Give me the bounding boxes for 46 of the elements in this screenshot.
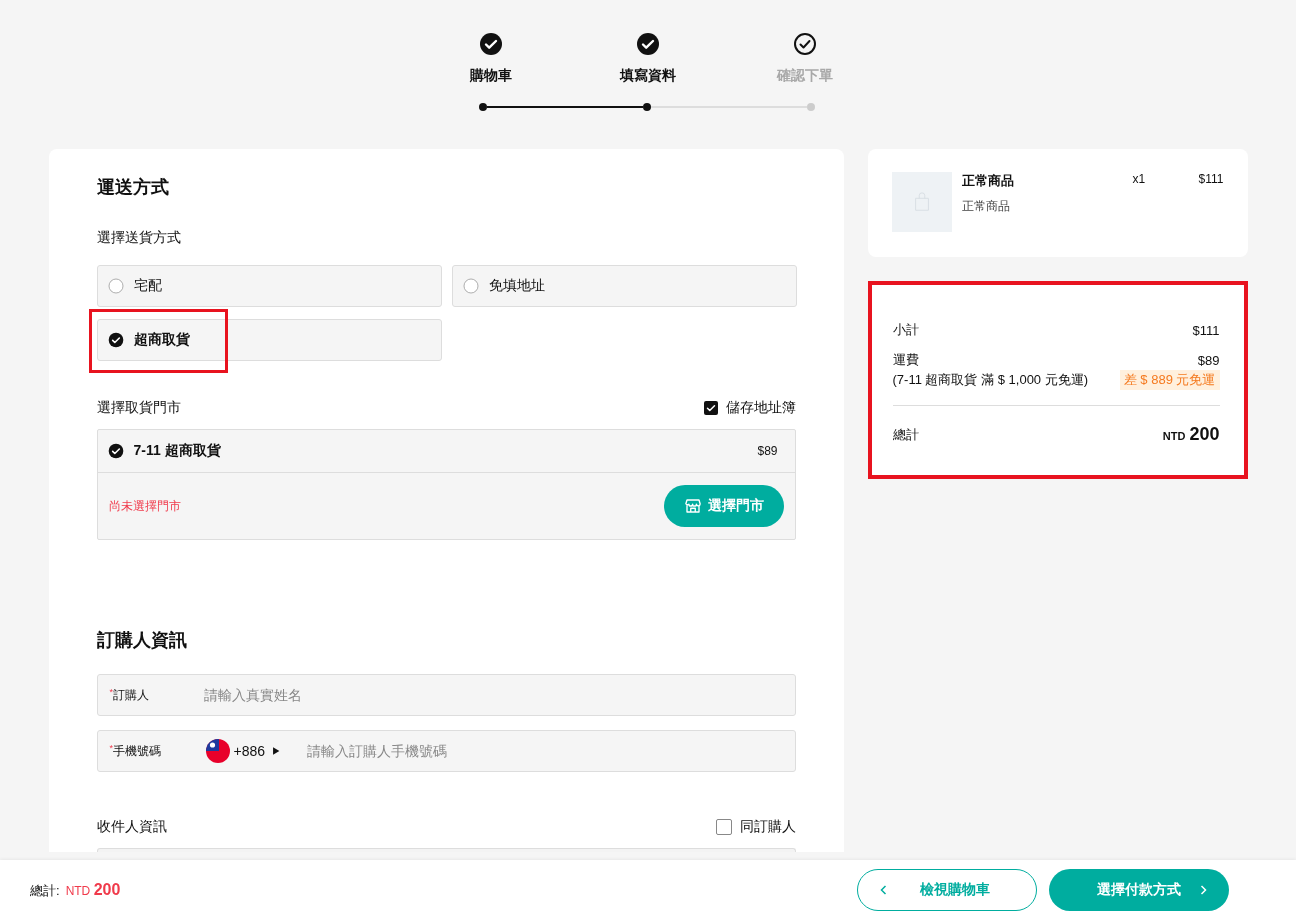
summary-label: 總計	[892, 425, 919, 444]
text-input[interactable]: 請輸入訂購人手機號碼	[305, 742, 783, 760]
store-status: 尚未選擇門市	[108, 497, 181, 515]
product-variant: 正常商品	[961, 198, 1011, 215]
section-title: 運送方式	[96, 176, 170, 199]
store-option-label: 7-11 超商取貨	[133, 442, 221, 460]
step-label: 購物車	[470, 67, 513, 85]
check-icon	[704, 402, 717, 414]
field-label: *訂購人	[109, 686, 150, 704]
delivery-option[interactable]: 免填地址	[451, 265, 797, 307]
name-field[interactable]: *訂購人 請輸入真實姓名	[96, 674, 796, 716]
delivery-option[interactable]: 超商取貨	[96, 319, 442, 361]
country-code[interactable]: +886	[233, 743, 266, 759]
total-label: 總計:	[30, 881, 60, 900]
product-price: $111	[1198, 172, 1224, 188]
product-name: 正常商品	[961, 172, 1015, 190]
flag-icon[interactable]	[205, 739, 230, 763]
check-icon	[792, 32, 817, 56]
total-value: NTD 200	[1162, 424, 1220, 445]
section-label: 收件人資訊	[96, 818, 167, 836]
section-title: 訂購人資訊	[96, 629, 188, 652]
step-label: 填寫資料	[620, 67, 676, 85]
field-label: *手機號碼	[109, 742, 162, 760]
text-input[interactable]: 請輸入真實姓名	[201, 686, 783, 704]
checkbox-label: 同訂購人	[739, 818, 796, 836]
subtotal-value: $111	[1192, 322, 1220, 338]
summary-label: 運費	[892, 351, 919, 369]
delivery-option[interactable]: 宅配	[96, 265, 442, 307]
checkbox[interactable]	[703, 401, 718, 415]
section-label: 選擇取貨門市	[96, 399, 181, 417]
total-value: NTD 200	[65, 880, 121, 899]
free-shipping-badge: 差 $ 889 元免運	[1119, 370, 1220, 390]
section-label: 選擇送貨方式	[96, 229, 182, 247]
shipping-note: (7-11 超商取貨 滿 $ 1,000 元免運)	[892, 371, 1089, 389]
phone-field[interactable]: *手機號碼 +886 請輸入訂購人手機號碼	[96, 730, 796, 772]
shipping-price: $89	[757, 444, 778, 458]
product-quantity: x1	[1132, 172, 1147, 188]
step-label: 確認下單	[776, 67, 833, 85]
summary-label: 小計	[892, 321, 919, 339]
checkbox-label: 儲存地址簿	[725, 399, 796, 417]
shipping-value: $89	[1197, 352, 1220, 368]
check-icon	[479, 32, 504, 56]
check-icon[interactable]	[107, 443, 124, 459]
checkbox[interactable]	[715, 819, 732, 835]
check-icon	[636, 32, 660, 56]
store-icon	[683, 497, 702, 515]
